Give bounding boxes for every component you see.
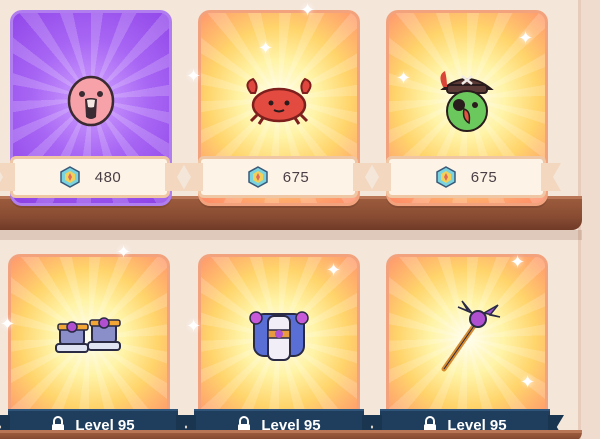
crab-pet-icon <box>246 77 312 125</box>
price-value: 480 <box>94 168 122 186</box>
gem-currency-icon <box>247 166 268 188</box>
flamingo-pet-icon <box>67 75 115 127</box>
sparkle-icon: ✦ <box>0 314 16 335</box>
top-shelf-shadow <box>0 230 582 240</box>
price-tag-pirate-parrot[interactable]: 675 <box>386 156 546 198</box>
sparkle-icon: ✦ <box>520 372 536 393</box>
sparkle-icon: ✦ <box>186 316 202 337</box>
gem-currency-icon <box>435 166 456 188</box>
sparkle-icon: ✦ <box>518 28 534 49</box>
price-value: 675 <box>282 168 310 186</box>
bat-wing-wand-icon <box>441 300 501 372</box>
gem-currency-icon <box>59 166 80 188</box>
price-tag-flamingo[interactable]: 480 <box>10 156 170 198</box>
price-tag-crab[interactable]: 675 <box>198 156 358 198</box>
sparkle-icon: ✦ <box>300 0 316 21</box>
sparkle-icon: ✦ <box>396 68 412 89</box>
armored-boots-icon <box>55 317 121 353</box>
bottom-shelf <box>0 430 582 439</box>
sparkle-icon: ✦ <box>326 260 342 281</box>
price-value: 675 <box>470 168 498 186</box>
sparkle-icon: ✦ <box>186 66 202 87</box>
sparkle-icon: ✦ <box>258 38 274 59</box>
sparkle-icon: ✦ <box>116 242 132 263</box>
armored-outfit-icon <box>249 311 309 361</box>
pirate-parrot-pet-icon <box>440 71 494 132</box>
sparkle-icon: ✦ <box>510 252 526 273</box>
